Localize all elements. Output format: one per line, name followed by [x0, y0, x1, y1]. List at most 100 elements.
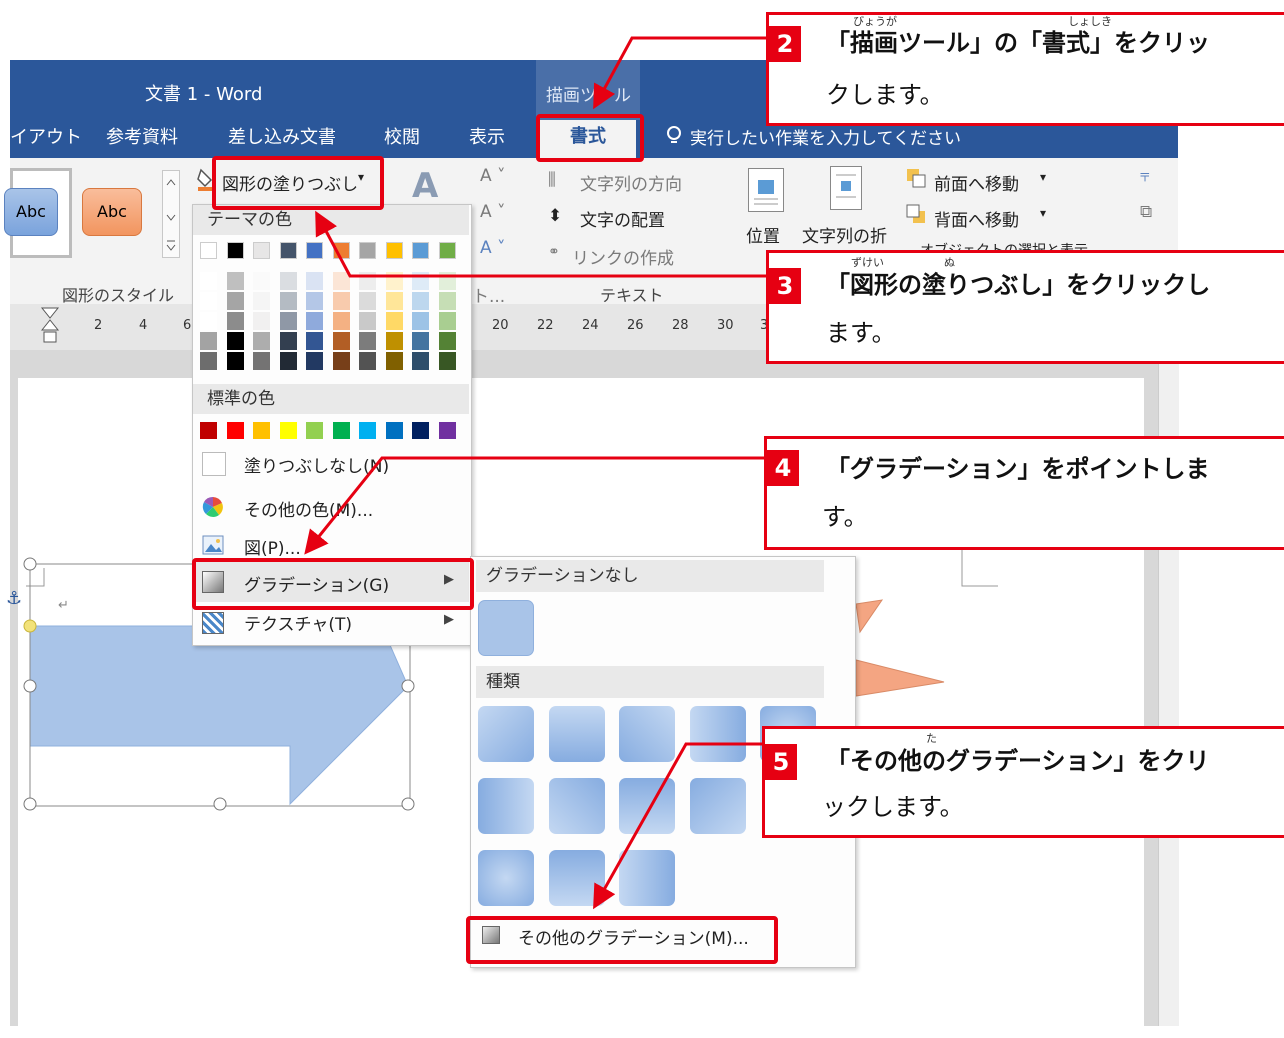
theme-color-shade[interactable]: [306, 272, 323, 290]
theme-color-shade[interactable]: [200, 332, 217, 350]
theme-color-shade[interactable]: [438, 352, 456, 370]
standard-color-swatch[interactable]: [332, 422, 350, 439]
theme-color-shade[interactable]: [332, 352, 350, 370]
gradient-variation-tile[interactable]: [619, 778, 675, 834]
theme-color-shade[interactable]: [385, 312, 403, 330]
style-gallery-scroll[interactable]: [162, 170, 180, 258]
theme-color-swatch[interactable]: [253, 242, 270, 259]
theme-color-swatch[interactable]: [412, 242, 429, 259]
theme-color-shade[interactable]: [412, 272, 429, 290]
theme-color-shade[interactable]: [279, 352, 297, 370]
theme-color-shade[interactable]: [226, 312, 244, 330]
tab-mailings[interactable]: 差し込み文書: [228, 123, 336, 149]
theme-color-swatch[interactable]: [438, 242, 456, 259]
bring-forward-button[interactable]: 前面へ移動: [934, 170, 1019, 195]
theme-color-shade[interactable]: [226, 352, 244, 370]
theme-color-shade[interactable]: [438, 272, 456, 290]
theme-color-shade[interactable]: [200, 312, 217, 330]
tab-layout[interactable]: イアウト: [10, 123, 82, 149]
standard-color-swatch[interactable]: [226, 422, 244, 439]
theme-color-shade[interactable]: [359, 272, 376, 290]
theme-color-shade[interactable]: [412, 292, 429, 310]
theme-color-shade[interactable]: [332, 292, 350, 310]
wrap-text-button[interactable]: 文字列の折: [802, 222, 887, 247]
theme-color-shade[interactable]: [200, 352, 217, 370]
no-gradient-tile[interactable]: [478, 600, 534, 656]
gradient-variation-tile[interactable]: [548, 706, 605, 762]
texture-item[interactable]: テクスチャ(T): [244, 610, 352, 635]
theme-color-shade[interactable]: [438, 292, 456, 310]
theme-color-shade[interactable]: [412, 332, 429, 350]
theme-color-shade[interactable]: [385, 352, 403, 370]
group-objects-icon[interactable]: ⧉: [1140, 202, 1152, 222]
shape-style-thumb-orange[interactable]: Abc: [82, 188, 142, 236]
position-button[interactable]: 位置: [746, 222, 780, 247]
create-link-button[interactable]: リンクの作成: [572, 244, 674, 269]
theme-color-shade[interactable]: [412, 352, 429, 370]
theme-color-shade[interactable]: [306, 332, 323, 350]
theme-color-shade[interactable]: [438, 312, 456, 330]
standard-color-swatch[interactable]: [412, 422, 429, 439]
theme-color-grid[interactable]: [200, 242, 464, 376]
shape-style-thumb-blue[interactable]: Abc: [4, 188, 58, 236]
send-backward-button[interactable]: 背面へ移動: [934, 206, 1019, 231]
theme-color-shade[interactable]: [306, 292, 323, 310]
theme-color-shade[interactable]: [253, 292, 270, 310]
standard-color-row[interactable]: [200, 422, 464, 442]
theme-color-shade[interactable]: [226, 272, 244, 290]
theme-color-shade[interactable]: [385, 292, 403, 310]
gradient-variation-tile[interactable]: [619, 706, 675, 762]
theme-color-swatch[interactable]: [385, 242, 403, 259]
standard-color-swatch[interactable]: [279, 422, 297, 439]
theme-color-shade[interactable]: [332, 272, 350, 290]
theme-color-shade[interactable]: [279, 332, 297, 350]
gradient-variation-tile[interactable]: [619, 850, 675, 906]
theme-color-shade[interactable]: [253, 312, 270, 330]
theme-color-shade[interactable]: [332, 332, 350, 350]
theme-color-shade[interactable]: [359, 352, 376, 370]
standard-color-swatch[interactable]: [200, 422, 217, 439]
gradient-variation-tile[interactable]: [548, 850, 605, 906]
standard-color-swatch[interactable]: [359, 422, 376, 439]
theme-color-shade[interactable]: [359, 292, 376, 310]
tab-view[interactable]: 表示: [469, 123, 505, 149]
theme-color-shade[interactable]: [332, 312, 350, 330]
theme-color-swatch[interactable]: [226, 242, 244, 259]
text-direction-button[interactable]: 文字列の方向: [580, 170, 682, 195]
theme-color-swatch[interactable]: [200, 242, 217, 259]
standard-color-swatch[interactable]: [385, 422, 403, 439]
theme-color-shade[interactable]: [200, 272, 217, 290]
theme-color-shade[interactable]: [226, 292, 244, 310]
theme-color-shade[interactable]: [279, 292, 297, 310]
gradient-variation-tile[interactable]: [478, 850, 534, 906]
theme-color-swatch[interactable]: [279, 242, 297, 259]
gradient-variation-tile[interactable]: [548, 778, 605, 834]
theme-color-shade[interactable]: [200, 292, 217, 310]
gradient-variation-tile[interactable]: [689, 778, 746, 834]
tell-me-search[interactable]: 実行したい作業を入力してください: [690, 124, 961, 149]
tab-references[interactable]: 参考資料: [106, 123, 178, 149]
theme-color-shade[interactable]: [253, 332, 270, 350]
theme-color-shade[interactable]: [253, 272, 270, 290]
text-align-button[interactable]: 文字の配置: [580, 206, 665, 231]
theme-color-shade[interactable]: [253, 352, 270, 370]
theme-color-swatch[interactable]: [306, 242, 323, 259]
standard-color-swatch[interactable]: [438, 422, 456, 439]
theme-color-swatch[interactable]: [359, 242, 376, 259]
theme-color-shade[interactable]: [385, 272, 403, 290]
gradient-variation-tile[interactable]: [478, 778, 534, 834]
theme-color-shade[interactable]: [438, 332, 456, 350]
theme-color-shade[interactable]: [306, 352, 323, 370]
theme-color-shade[interactable]: [306, 312, 323, 330]
theme-color-swatch[interactable]: [332, 242, 350, 259]
theme-color-shade[interactable]: [412, 312, 429, 330]
gradient-variation-tile[interactable]: [689, 706, 746, 762]
theme-color-shade[interactable]: [359, 332, 376, 350]
picture-item[interactable]: 図(P)...: [244, 534, 301, 559]
gradient-variation-tile[interactable]: [478, 706, 534, 762]
tab-review[interactable]: 校閲: [384, 123, 420, 149]
no-fill-item[interactable]: 塗りつぶしなし(N): [244, 452, 389, 477]
theme-color-shade[interactable]: [359, 312, 376, 330]
theme-color-shade[interactable]: [279, 272, 297, 290]
standard-color-swatch[interactable]: [306, 422, 323, 439]
